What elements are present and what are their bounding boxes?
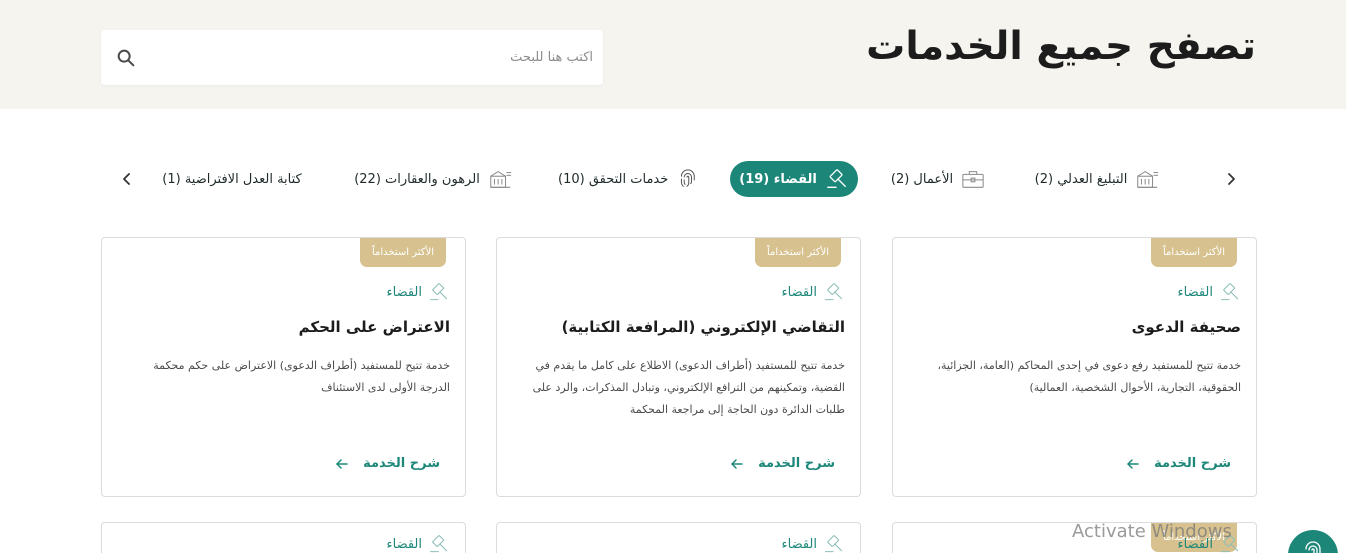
building-icon [490,171,511,188]
most-used-badge: الأكثر استخداماً [359,238,446,267]
floating-help-button[interactable] [1288,530,1338,553]
service-card[interactable]: الأكثر استخداماً القضاء الاعتراض على الح… [101,237,466,497]
chevron-left-icon[interactable] [117,169,137,189]
category-label: القضاء [781,284,818,300]
card-title: الاعتراض على الحكم [298,318,450,336]
category-tabs: التبليغ العدلي (2) الأعمال (2) القضاء (1… [0,155,1346,201]
tab-label: خدمات التحقق (10) [558,171,669,187]
tab-label: الرهون والعقارات (22) [354,171,480,187]
fingerprint-icon [1305,541,1321,553]
fingerprint-icon [681,169,696,187]
arrow-left-icon [1127,458,1139,469]
card-description: خدمة تتيح للمستفيد رفع دعوى في إحدى المح… [937,359,1241,394]
category-label: القضاء [386,536,423,552]
search-input[interactable] [151,30,593,85]
tab-verification[interactable]: خدمات التحقق (10) [558,161,700,197]
arrow-left-icon [336,458,348,469]
gavel-icon [824,535,843,553]
tab-mortgages-real-estate[interactable]: الرهون والعقارات (22) [352,161,514,197]
tab-label: الأعمال (2) [890,171,954,187]
gavel-icon [824,283,843,301]
service-explanation-link[interactable]: شرح الخدمة [335,456,440,471]
briefcase-icon [962,171,984,188]
gavel-icon [429,283,448,301]
most-used-badge: الأكثر استخداماً [1150,238,1237,267]
search-icon[interactable] [115,47,137,69]
card-title: صحيفة الدعوى [1131,318,1241,336]
gavel-icon [826,169,846,188]
tab-label: التبليغ العدلي (2) [1034,171,1128,187]
services-page: تصفح جميع الخدمات التبليغ العدلي (2) الأ… [0,0,1346,553]
tab-judicial-notification[interactable]: التبليغ العدلي (2) [1032,161,1162,197]
card-category: القضاء [782,282,846,302]
card-description: خدمة تتيح للمستفيد (أطراف الدعوى) الاطلا… [532,359,845,416]
hero-banner: تصفح جميع الخدمات [0,0,1346,109]
card-description: خدمة تتيح للمستفيد (أطراف الدعوى) الاعتر… [153,359,450,394]
card-title: التقاضي الإلكتروني (المرافعة الكتابية) [561,318,845,336]
chevron-right-icon[interactable] [1221,169,1241,189]
most-used-badge: الأكثر استخداماً [754,238,841,267]
service-explanation-link[interactable]: شرح الخدمة [1126,456,1231,471]
tab-virtual-notary[interactable]: كتابة العدل الافتراضية (1) [156,161,308,197]
gavel-icon [1220,283,1239,301]
link-label: شرح الخدمة [758,456,835,471]
search-box [101,30,603,85]
card-category: القضاء [1178,282,1242,302]
tab-judiciary[interactable]: القضاء (19) [730,161,858,197]
activate-windows-watermark: Activate Windows [1072,521,1232,542]
arrow-left-icon [731,458,743,469]
category-label: القضاء [386,284,423,300]
service-card[interactable]: القضاء [101,522,466,553]
card-category: القضاء [782,534,846,553]
gavel-icon [429,535,448,553]
service-card[interactable]: القضاء [496,522,861,553]
notification-building-icon [1137,171,1159,188]
page-title: تصفح جميع الخدمات [866,24,1256,69]
service-explanation-link[interactable]: شرح الخدمة [730,456,835,471]
service-card[interactable]: الأكثر استخداماً القضاء التقاضي الإلكترو… [496,237,861,497]
card-category: القضاء [387,282,451,302]
tab-label: القضاء (19) [739,171,817,187]
category-label: القضاء [781,536,818,552]
tab-label: كتابة العدل الافتراضية (1) [162,171,302,187]
link-label: شرح الخدمة [363,456,440,471]
service-card[interactable]: الأكثر استخداماً القضاء صحيفة الدعوى خدم… [892,237,1257,497]
tab-business[interactable]: الأعمال (2) [888,161,988,197]
card-category: القضاء [387,534,451,553]
link-label: شرح الخدمة [1154,456,1231,471]
category-label: القضاء [1177,284,1214,300]
